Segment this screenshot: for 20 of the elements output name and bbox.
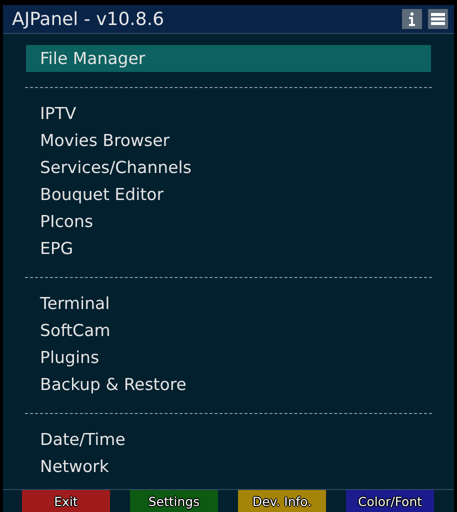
menu-item[interactable]: Network: [26, 453, 431, 480]
menu-item[interactable]: Services/Channels: [26, 154, 431, 181]
window-title: AJPanel - v10.8.6: [12, 8, 164, 30]
color-button[interactable]: Settings: [130, 490, 218, 512]
color-button[interactable]: Dev. Info.: [238, 490, 326, 512]
menu-item[interactable]: SoftCam: [26, 317, 431, 344]
menu-item[interactable]: Date/Time: [26, 426, 431, 453]
menu-icon[interactable]: [428, 9, 448, 29]
menu-item[interactable]: Bouquet Editor: [26, 181, 431, 208]
menu-item[interactable]: IPTV: [26, 100, 431, 127]
menu-item[interactable]: Backup & Restore: [26, 371, 431, 398]
color-button[interactable]: Color/Font: [346, 490, 434, 512]
info-icon[interactable]: [402, 9, 422, 29]
color-button[interactable]: Exit: [22, 490, 110, 512]
menu-item[interactable]: EPG: [26, 235, 431, 262]
menu-item[interactable]: Movies Browser: [26, 127, 431, 154]
menu-item[interactable]: PIcons: [26, 208, 431, 235]
menu-item[interactable]: Plugins: [26, 344, 431, 371]
menu-item[interactable]: File Manager: [26, 45, 431, 72]
menu-item[interactable]: Terminal: [26, 290, 431, 317]
